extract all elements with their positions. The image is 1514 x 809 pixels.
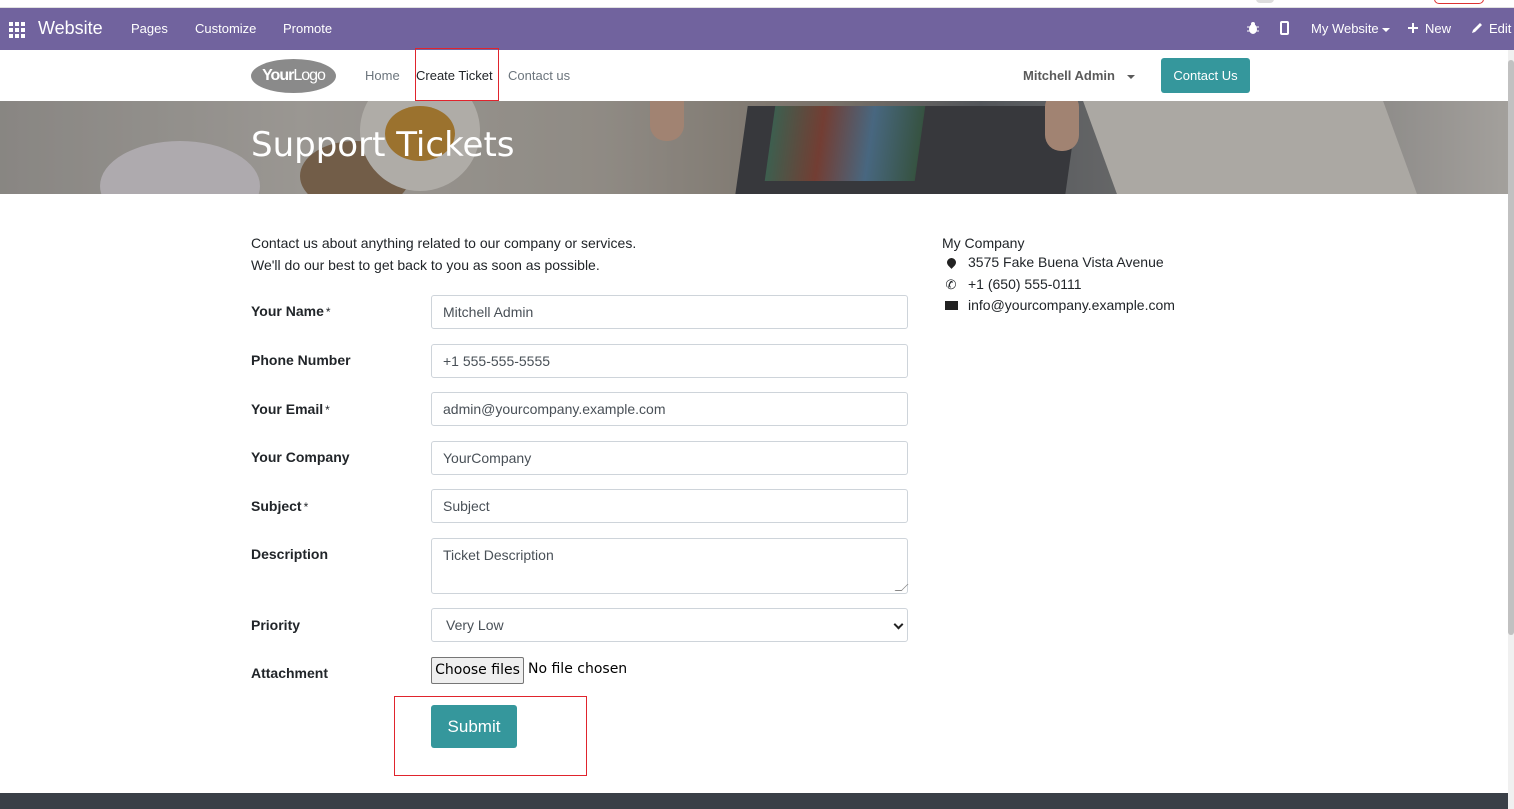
company-name: My Company <box>942 235 1025 251</box>
company-email[interactable]: info@yourcompany.example.com <box>968 297 1175 313</box>
label-text: Your Name <box>251 303 324 319</box>
label-description: Description <box>251 546 329 562</box>
envelope-icon <box>942 298 960 313</box>
mobile-preview-icon[interactable] <box>1280 21 1289 35</box>
intro-text: Contact us about anything related to our… <box>251 232 636 276</box>
admin-bar: Website Pages Customize Promote My Websi… <box>0 8 1514 50</box>
resize-handle-icon[interactable] <box>894 584 909 591</box>
label-priority: Priority <box>251 617 301 633</box>
label-your-company: Your Company <box>251 449 350 465</box>
banner-overlay <box>0 101 1508 194</box>
company-phone-row: ✆ +1 (650) 555-0111 <box>942 276 1082 293</box>
label-your-name: Your Name * <box>251 303 331 319</box>
highlight-submit <box>394 696 587 776</box>
intro-line-1: Contact us about anything related to our… <box>251 235 637 251</box>
browser-top-strip <box>0 0 1514 8</box>
chevron-down-icon <box>1126 74 1135 79</box>
choose-files-button[interactable]: Choose files <box>431 657 524 684</box>
label-phone-number: Phone Number <box>251 352 351 368</box>
browser-indicator <box>1256 0 1274 3</box>
chevron-down-icon <box>893 619 904 630</box>
page-title: Support Tickets <box>251 125 515 165</box>
company-address: 3575 Fake Buena Vista Avenue <box>968 254 1164 270</box>
pencil-icon <box>1472 23 1482 33</box>
label-text: Your Email <box>251 401 324 417</box>
description-textarea[interactable]: Ticket Description <box>431 538 909 594</box>
bug-icon[interactable] <box>1247 21 1259 35</box>
priority-value: Very Low <box>446 617 504 633</box>
company-phone: +1 (650) 555-0111 <box>968 276 1082 292</box>
your-company-input[interactable]: YourCompany <box>431 441 908 475</box>
nav-home[interactable]: Home <box>365 68 400 83</box>
my-website-label: My Website <box>1311 21 1379 36</box>
company-email-row: info@yourcompany.example.com <box>942 297 1175 313</box>
subject-input[interactable]: Subject <box>431 489 908 523</box>
logo-text-light: Logo <box>293 67 326 84</box>
my-website-dropdown[interactable]: My Website <box>1311 21 1390 36</box>
label-subject: Subject * <box>251 498 308 514</box>
company-address-row: 3575 Fake Buena Vista Avenue <box>942 254 1164 270</box>
required-mark: * <box>303 500 309 514</box>
contact-us-button[interactable]: Contact Us <box>1161 58 1250 93</box>
plus-icon <box>1408 23 1418 33</box>
menu-customize[interactable]: Customize <box>195 21 256 36</box>
browser-badge <box>1434 0 1484 4</box>
app-name[interactable]: Website <box>38 18 103 39</box>
intro-line-2: We'll do our best to get back to you as … <box>251 257 600 273</box>
priority-select[interactable]: Very Low <box>431 608 908 642</box>
site-logo[interactable]: YourLogo <box>251 59 336 93</box>
user-menu[interactable]: Mitchell Admin <box>1023 68 1135 83</box>
phone-number-input[interactable]: +1 555-555-5555 <box>431 344 908 378</box>
nav-contact-us[interactable]: Contact us <box>508 68 570 83</box>
menu-promote[interactable]: Promote <box>283 21 332 36</box>
no-file-text: No file chosen <box>528 661 628 677</box>
user-name: Mitchell Admin <box>1023 68 1115 83</box>
new-button[interactable]: New <box>1425 21 1451 36</box>
description-placeholder: Ticket Description <box>443 547 554 563</box>
your-email-input[interactable]: admin@yourcompany.example.com <box>431 392 908 426</box>
logo-text-bold: Your <box>262 67 294 84</box>
required-mark: * <box>325 403 330 417</box>
label-your-email: Your Email * <box>251 401 330 417</box>
required-mark: * <box>325 305 331 319</box>
label-text: Subject <box>251 498 302 514</box>
your-name-input[interactable]: Mitchell Admin <box>431 295 908 329</box>
page-banner: Support Tickets <box>0 101 1508 194</box>
map-marker-icon <box>942 255 960 270</box>
phone-icon: ✆ <box>945 277 957 292</box>
chevron-down-icon <box>1381 27 1390 32</box>
label-attachment: Attachment <box>251 665 329 681</box>
menu-pages[interactable]: Pages <box>131 21 168 36</box>
edit-button[interactable]: Edit <box>1489 21 1511 36</box>
page-footer <box>0 793 1508 809</box>
apps-grid-icon[interactable] <box>9 22 25 38</box>
highlight-create-ticket <box>415 48 499 101</box>
scrollbar-thumb[interactable] <box>1508 60 1514 635</box>
page-scrollbar[interactable] <box>1508 50 1514 809</box>
site-navbar <box>0 50 1508 101</box>
